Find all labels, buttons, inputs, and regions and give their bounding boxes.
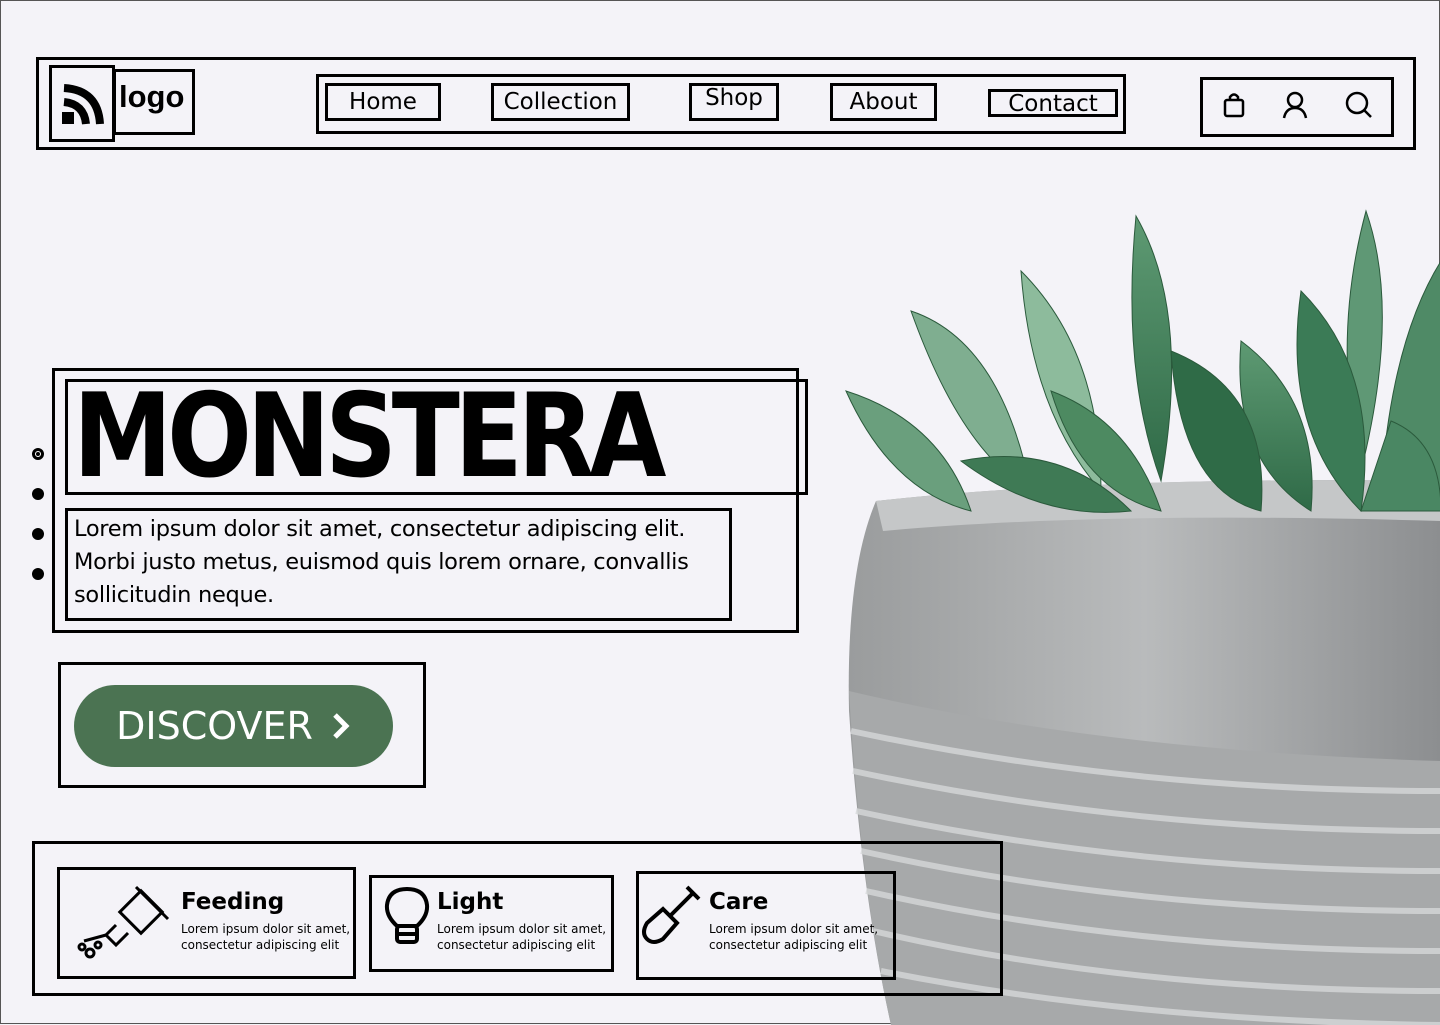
nav-home-underline <box>346 118 416 121</box>
bag-icon[interactable] <box>1214 87 1254 123</box>
slide-dot-4[interactable] <box>32 568 44 580</box>
slide-dot-2[interactable] <box>32 488 44 500</box>
nav-collection[interactable]: Collection <box>491 83 630 121</box>
feature-title-care: Care <box>709 889 769 915</box>
feature-title-light: Light <box>437 889 504 915</box>
feature-text-care: Lorem ipsum dolor sit amet, consectetur … <box>709 922 879 952</box>
feature-text-light: Lorem ipsum dolor sit amet, consectetur … <box>437 922 607 952</box>
nav-contact[interactable]: Contact <box>988 89 1118 117</box>
nav-about[interactable]: About <box>830 83 937 121</box>
slide-dot-3[interactable] <box>32 528 44 540</box>
discover-label: DISCOVER <box>116 704 313 748</box>
search-icon[interactable] <box>1339 87 1379 123</box>
feature-title-feeding: Feeding <box>181 889 285 915</box>
watering-can-icon <box>77 885 170 959</box>
logo-text: logo <box>119 79 185 114</box>
lightbulb-icon <box>384 886 430 944</box>
nav-home[interactable]: Home <box>325 83 441 121</box>
nav-shop[interactable]: Shop <box>689 83 779 121</box>
chevron-right-icon <box>333 713 350 739</box>
logo-icon[interactable] <box>49 65 115 142</box>
slide-dot-1[interactable] <box>32 448 44 460</box>
hero-description: Lorem ipsum dolor sit amet, consectetur … <box>74 516 689 608</box>
shovel-icon <box>642 885 701 944</box>
discover-button[interactable]: DISCOVER <box>74 685 393 767</box>
user-icon[interactable] <box>1275 87 1315 123</box>
hero-title: MONSTERA <box>73 369 667 504</box>
feature-text-feeding: Lorem ipsum dolor sit amet, consectetur … <box>181 922 351 952</box>
